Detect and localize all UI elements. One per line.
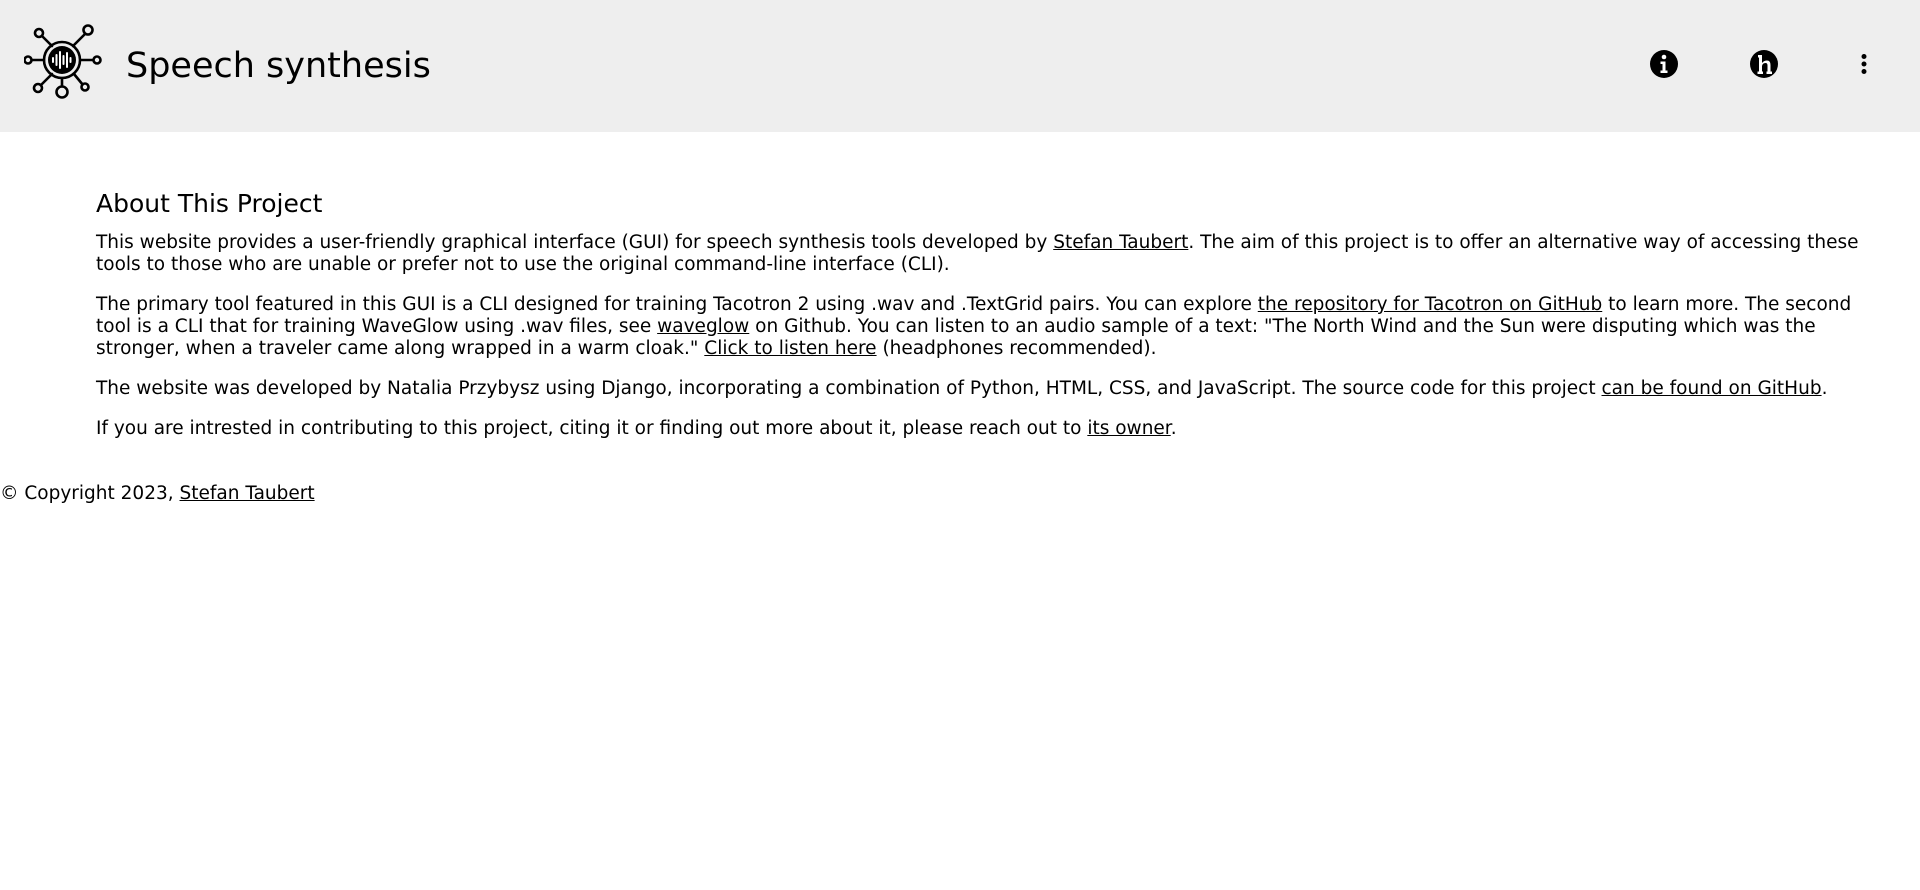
owner-link[interactable]: its owner xyxy=(1087,418,1170,439)
app-header: Speech synthesis xyxy=(0,0,1920,132)
vertical-ellipsis-icon xyxy=(1861,54,1867,74)
about-section: About This Project This website provides… xyxy=(96,186,1859,440)
text: stronger, when a traveler came along wra… xyxy=(96,338,705,359)
text: . xyxy=(1170,418,1177,439)
listen-sample-link[interactable]: Click to listen here xyxy=(704,338,876,359)
text: The website was developed by Natalia Prz… xyxy=(96,378,1602,399)
text: tools to those who are unable or prefer … xyxy=(96,254,950,275)
intro-paragraph: This website provides a user-friendly gr… xyxy=(96,232,1859,276)
footer-copyright: © Copyright 2023, Stefan Taubert xyxy=(0,483,315,505)
copyright-text: © Copyright 2023, xyxy=(0,483,180,504)
h-button[interactable] xyxy=(1748,48,1780,80)
info-button[interactable] xyxy=(1648,48,1680,80)
tacotron-repo-link[interactable]: the repository for Tacotron on GitHub xyxy=(1258,294,1602,315)
text: tool is a CLI that for training WaveGlow… xyxy=(96,316,658,337)
text: If you are intrested in contributing to … xyxy=(96,418,1088,439)
waveglow-link[interactable]: waveglow xyxy=(657,316,749,337)
text: . The aim of this project is to offer an… xyxy=(1188,232,1859,253)
text: This website provides a user-friendly gr… xyxy=(96,232,1054,253)
author-link[interactable]: Stefan Taubert xyxy=(1053,232,1188,253)
speech-synthesis-network-icon[interactable] xyxy=(23,22,104,102)
text: (headphones recommended). xyxy=(876,338,1157,359)
text: The primary tool featured in this GUI is… xyxy=(96,294,1258,315)
source-code-link[interactable]: can be found on GitHub xyxy=(1602,378,1822,399)
section-heading: About This Project xyxy=(96,189,323,218)
contact-paragraph: If you are intrested in contributing to … xyxy=(96,418,1826,440)
development-paragraph: The website was developed by Natalia Prz… xyxy=(96,378,1828,400)
footer-author-link[interactable]: Stefan Taubert xyxy=(180,483,315,504)
text: to learn more. The second xyxy=(1602,294,1852,315)
app-title: Speech synthesis xyxy=(126,46,431,86)
info-circle-icon xyxy=(1650,50,1678,78)
more-options-button[interactable] xyxy=(1848,48,1880,80)
text: . xyxy=(1821,378,1828,399)
text: on Github. You can listen to an audio sa… xyxy=(749,316,1816,337)
tools-paragraph: The primary tool featured in this GUI is… xyxy=(96,294,1851,360)
h-circle-icon xyxy=(1750,50,1778,78)
